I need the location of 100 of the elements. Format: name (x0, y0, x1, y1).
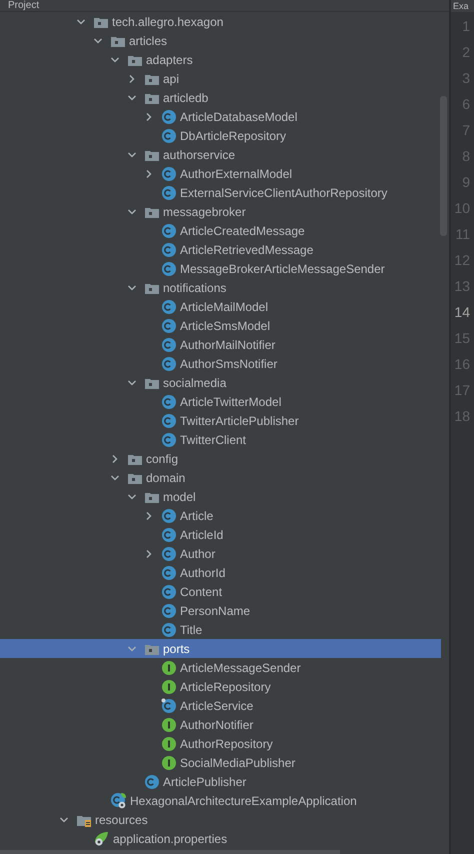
tree-row[interactable]: TwitterArticlePublisher (0, 411, 449, 430)
tree-item-label: Author (180, 546, 216, 562)
tree-item-label: Content (180, 584, 222, 600)
tree-item-label: api (163, 70, 180, 88)
tree-row[interactable]: Title (0, 620, 449, 639)
tree-row[interactable]: api (0, 69, 449, 88)
tree-item-label: MessageBrokerArticleMessageSender (180, 260, 385, 278)
tree-row[interactable]: AuthorId (0, 563, 449, 582)
collapse-chevron-icon[interactable] (127, 378, 137, 388)
collapse-chevron-icon[interactable] (127, 150, 137, 160)
tree-row[interactable]: config (0, 449, 449, 468)
collapse-chevron-icon[interactable] (127, 92, 137, 102)
expand-chevron-icon[interactable] (144, 548, 154, 558)
tree-row[interactable]: articledb (0, 88, 449, 107)
tree-row[interactable]: DbArticleRepository (0, 126, 449, 145)
tree-item-label: model (163, 488, 196, 506)
tree-row[interactable]: resources (0, 810, 449, 829)
tree-item-label: AuthorNotifier (180, 716, 254, 734)
tree-row[interactable]: tech.allegro.hexagon (0, 12, 449, 31)
collapse-chevron-icon[interactable] (93, 36, 103, 46)
tree-item-label: ArticleService (180, 698, 254, 714)
tree-row[interactable]: HexagonalArchitectureExampleApplication (0, 791, 449, 810)
expand-chevron-icon[interactable] (110, 454, 120, 464)
tree-row[interactable]: MessageBrokerArticleMessageSender (0, 259, 449, 278)
tree-row[interactable]: TwitterClient (0, 430, 449, 449)
tree-row[interactable]: PersonName (0, 601, 449, 620)
tree-item-label: adapters (146, 52, 193, 68)
collapse-chevron-icon[interactable] (127, 282, 137, 292)
expand-chevron-icon[interactable] (144, 510, 154, 520)
tree-item-label: AuthorSmsNotifier (180, 356, 278, 372)
expand-chevron-icon[interactable] (144, 112, 154, 122)
tree-item-label: application.properties (113, 830, 228, 848)
tree-item-label: resources (95, 812, 148, 828)
tree-row[interactable]: authorservice (0, 145, 449, 164)
tree-item-label: ArticleSmsModel (180, 318, 270, 334)
tree-row[interactable]: socialmedia (0, 373, 449, 392)
collapse-chevron-icon[interactable] (76, 16, 86, 26)
tree-row[interactable]: notifications (0, 278, 449, 297)
panel-title[interactable]: Project (8, 0, 40, 10)
tree-item-label: DbArticleRepository (180, 128, 286, 144)
tree-item-label: messagebroker (163, 204, 246, 220)
tree-item-label: articledb (163, 90, 208, 106)
tree-item-label: ports (163, 640, 190, 658)
tree-item-label: PersonName (180, 602, 250, 620)
tree-row[interactable]: ExternalServiceClientAuthorRepository (0, 183, 449, 202)
tree-row[interactable]: ArticleSmsModel (0, 316, 449, 335)
tree-item-label: articles (129, 32, 168, 50)
tree-row[interactable]: ArticleTwitterModel (0, 392, 449, 411)
tree-item-label: AuthorExternalModel (180, 166, 292, 182)
tree-item-label: TwitterClient (180, 432, 246, 448)
tree-item-label: Title (180, 622, 202, 638)
tree-item-label: ArticleRetrievedMessage (180, 242, 314, 258)
tree-row[interactable]: ArticleRetrievedMessage (0, 240, 449, 259)
tree-item-label: ArticleMessageSender (180, 660, 301, 676)
tree-item-label: ArticlePublisher (163, 774, 246, 790)
tree-row[interactable]: AuthorSmsNotifier (0, 354, 449, 373)
tree-row[interactable]: articles (0, 31, 449, 50)
expand-chevron-icon[interactable] (127, 74, 137, 84)
collapse-chevron-icon[interactable] (110, 54, 120, 64)
tree-row[interactable]: model (0, 487, 449, 506)
tree-item-label: config (146, 450, 178, 468)
tree-row[interactable]: Author (0, 544, 449, 563)
tree-item-label: ExternalServiceClientAuthorRepository (180, 184, 388, 202)
tree-item-label: HexagonalArchitectureExampleApplication (130, 792, 357, 810)
tree-item-label: ArticleRepository (180, 678, 271, 696)
tree-row[interactable]: ArticleId (0, 525, 449, 544)
expand-chevron-icon[interactable] (144, 168, 154, 178)
tree-item-label: ArticleId (180, 526, 224, 544)
tree-item-label: AuthorRepository (180, 736, 273, 752)
tree-item-label: AuthorMailNotifier (180, 336, 276, 354)
tree-row[interactable]: ArticleDatabaseModel (0, 107, 449, 126)
tree-item-label: domain (146, 470, 186, 486)
tree-row[interactable]: application.properties (0, 829, 449, 848)
tree-row[interactable]: messagebroker (0, 202, 449, 221)
tree-row[interactable]: SocialMediaPublisher (0, 753, 449, 772)
tree-row[interactable]: ports (0, 639, 441, 658)
tree-row[interactable]: domain (0, 468, 449, 487)
tree-row[interactable]: ArticleMailModel (0, 297, 449, 316)
editor-tab[interactable]: Exa (451, 1, 469, 11)
tree-item-label: ArticleCreatedMessage (180, 222, 305, 240)
tree-row[interactable]: AuthorRepository (0, 734, 449, 753)
tree-row[interactable]: ArticleCreatedMessage (0, 221, 449, 240)
tree-row[interactable]: ArticleService (0, 696, 449, 715)
tree-item-label: socialmedia (163, 374, 226, 392)
collapse-chevron-icon[interactable] (127, 492, 137, 502)
tree-row[interactable]: AuthorMailNotifier (0, 335, 449, 354)
tree-row[interactable]: ArticlePublisher (0, 772, 449, 791)
line-number: 14 (453, 302, 471, 322)
tree-item-label: authorservice (163, 146, 236, 164)
tree-row[interactable]: AuthorExternalModel (0, 164, 449, 183)
collapse-chevron-icon[interactable] (59, 814, 69, 824)
collapse-chevron-icon[interactable] (127, 206, 137, 216)
tree-row[interactable]: AuthorNotifier (0, 715, 449, 734)
tree-row[interactable]: Content (0, 582, 449, 601)
tree-row[interactable]: ArticleMessageSender (0, 658, 449, 677)
tree-row[interactable]: Article (0, 506, 449, 525)
tree-row[interactable]: ArticleRepository (0, 677, 449, 696)
tree-row[interactable]: adapters (0, 50, 449, 69)
collapse-chevron-icon[interactable] (110, 472, 120, 482)
tree-item-label: ArticleDatabaseModel (180, 108, 298, 126)
